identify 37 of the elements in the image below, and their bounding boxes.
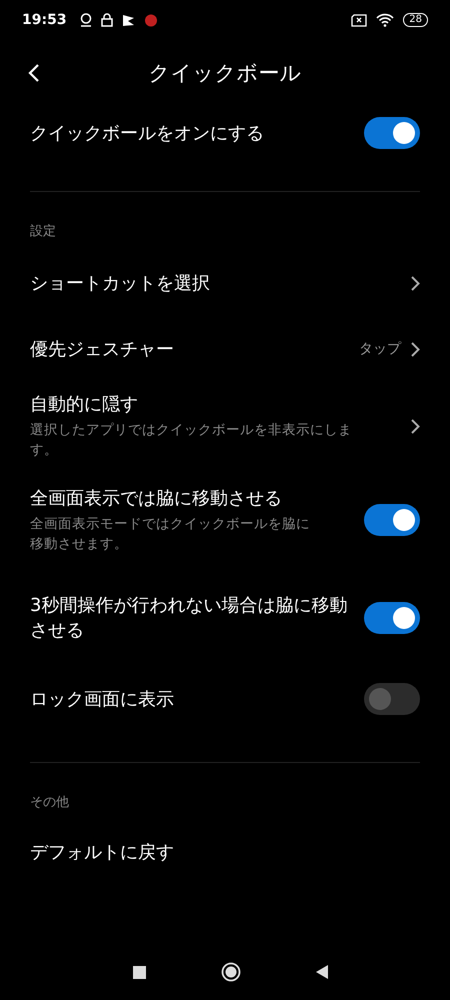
- toggle-switch[interactable]: [364, 683, 420, 715]
- location-icon: [80, 13, 92, 27]
- settings-row[interactable]: デフォルトに戻す: [0, 819, 450, 885]
- toggle-switch[interactable]: [364, 117, 420, 149]
- wifi-icon: [376, 13, 394, 27]
- section-heading: その他: [29, 794, 70, 811]
- row-value: タップ: [359, 340, 401, 358]
- square-icon[interactable]: [132, 966, 146, 978]
- chevron-icon: [411, 276, 420, 290]
- row-subtitle: 選択したアプリではクイックボールを非表示にします。: [30, 421, 352, 460]
- sim-icon: [351, 14, 368, 26]
- home-icon[interactable]: [220, 962, 240, 982]
- row-title: ロック画面に表示: [30, 688, 175, 712]
- row-title: 3秒間操作が行われない場合は脇に移動させる: [30, 594, 348, 643]
- row-title: デフォルトに戻す: [30, 840, 175, 864]
- settings-row[interactable]: ショートカットを選択: [0, 250, 450, 316]
- row-subtitle: 全画面表示モードではクイックボールを脇に移動させます。: [30, 515, 311, 554]
- status-time: 19:53: [22, 12, 67, 28]
- app-icon: [144, 13, 158, 27]
- page-title: クイックボール: [148, 60, 302, 86]
- battery-level: 28: [403, 13, 428, 27]
- row-title: ショートカットを選択: [30, 272, 211, 296]
- lock-icon: [100, 13, 113, 27]
- row-title: クイックボールをオンにする: [30, 122, 265, 146]
- settings-row[interactable]: 自動的に隠す 選択したアプリではクイックボールを非表示にします。: [0, 382, 450, 470]
- section-heading: 設定: [29, 223, 57, 240]
- chevron-icon: [411, 342, 420, 356]
- row-title: 全画面表示では脇に移動させる: [30, 487, 283, 511]
- row-title: 優先ジェスチャー: [30, 338, 175, 362]
- back-triangle-icon[interactable]: [316, 965, 328, 979]
- row-title: 自動的に隠す: [30, 393, 139, 417]
- toggle-switch[interactable]: [364, 602, 420, 634]
- toggle-switch[interactable]: [364, 504, 420, 536]
- chevron-icon: [411, 418, 420, 434]
- flag-icon: [122, 14, 135, 26]
- back-icon[interactable]: [28, 62, 40, 82]
- settings-row[interactable]: 優先ジェスチャー タップ: [0, 316, 450, 382]
